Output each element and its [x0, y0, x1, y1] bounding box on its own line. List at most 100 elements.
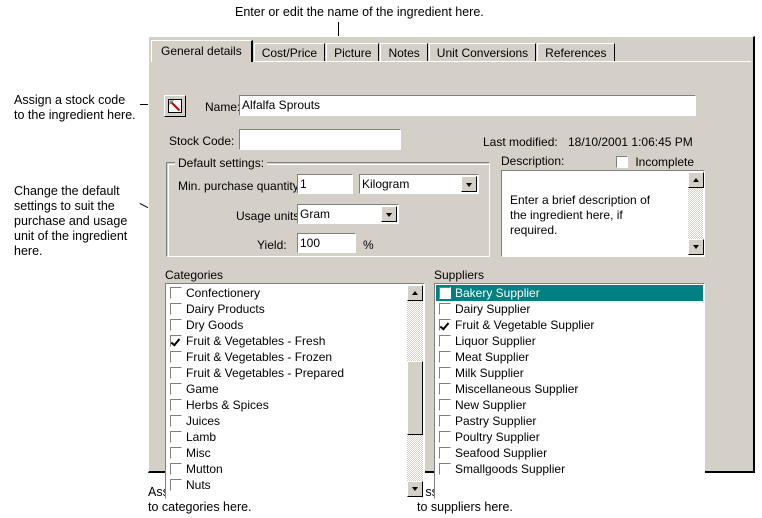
tab-picture[interactable]: Picture: [326, 43, 380, 62]
category-item[interactable]: Juices: [167, 413, 407, 429]
supplier-item-label: Seafood Supplier: [455, 446, 548, 460]
edit-pencil-icon[interactable]: [164, 95, 186, 117]
supplier-item-checkbox[interactable]: [439, 415, 451, 427]
purchase-unit-chevron-down-icon[interactable]: [461, 176, 477, 192]
supplier-item-checkbox[interactable]: [439, 287, 451, 299]
ingredient-dialog: General details Cost/Price Picture Notes…: [148, 36, 755, 499]
category-item-checkbox[interactable]: [170, 447, 182, 459]
min-purchase-quantity-input[interactable]: 1: [297, 174, 353, 194]
category-item-label: Fruit & Vegetables - Prepared: [186, 366, 345, 380]
supplier-item-checkbox[interactable]: [439, 463, 451, 475]
category-item-label: Dry Goods: [186, 318, 244, 332]
last-modified-label: Last modified:: [483, 135, 558, 149]
supplier-item-checkbox[interactable]: [439, 367, 451, 379]
description-label: Description:: [501, 154, 565, 168]
supplier-item[interactable]: Fruit & Vegetable Supplier: [436, 317, 703, 333]
supplier-item-checkbox[interactable]: [439, 399, 451, 411]
category-item-checkbox[interactable]: [170, 415, 182, 427]
supplier-item[interactable]: Seafood Supplier: [436, 445, 703, 461]
category-item[interactable]: Herbs & Spices: [167, 397, 407, 413]
supplier-item[interactable]: Pastry Supplier: [436, 413, 703, 429]
category-item[interactable]: Fruit & Vegetables - Frozen: [167, 349, 407, 365]
tab-general-details[interactable]: General details: [151, 40, 253, 62]
supplier-item-checkbox[interactable]: [439, 447, 451, 459]
tab-cost-price[interactable]: Cost/Price: [253, 43, 326, 62]
category-item[interactable]: Dairy Products: [167, 301, 407, 317]
supplier-item[interactable]: Dairy Supplier: [436, 301, 703, 317]
category-item-checkbox[interactable]: [170, 319, 182, 331]
categories-vertical-scrollbar[interactable]: [407, 285, 423, 497]
supplier-item-label: Fruit & Vegetable Supplier: [455, 318, 595, 332]
category-item-label: Juices: [186, 414, 221, 428]
suppliers-listbox[interactable]: Bakery Supplier Dairy Supplier Fruit & Veg…: [434, 283, 705, 499]
description-scroll-down-button[interactable]: [688, 239, 704, 255]
category-item-checkbox[interactable]: [170, 351, 182, 363]
supplier-item-checkbox[interactable]: [439, 431, 451, 443]
category-item[interactable]: Fruit & Vegetables - Fresh: [167, 333, 407, 349]
supplier-item-checkbox[interactable]: [439, 383, 451, 395]
stock-code-label: Stock Code:: [169, 134, 235, 148]
supplier-item[interactable]: Poultry Supplier: [436, 429, 703, 445]
yield-percent-label: %: [363, 238, 374, 252]
supplier-item[interactable]: New Supplier: [436, 397, 703, 413]
supplier-item-checkbox[interactable]: [439, 335, 451, 347]
category-item-checkbox[interactable]: [170, 463, 182, 475]
description-textarea[interactable]: Enter a brief description of the ingredi…: [501, 170, 705, 257]
incomplete-checkbox[interactable]: [616, 156, 628, 168]
default-settings-title: Default settings:: [175, 157, 268, 169]
supplier-item-label: Pastry Supplier: [455, 414, 537, 428]
suppliers-label: Suppliers: [434, 268, 485, 282]
category-item-label: Dairy Products: [186, 302, 265, 316]
category-item[interactable]: Fruit & Vegetables - Prepared: [167, 365, 407, 381]
categories-scroll-thumb[interactable]: [407, 361, 423, 435]
supplier-item-label: Bakery Supplier: [455, 286, 540, 300]
tab-notes[interactable]: Notes: [380, 43, 428, 62]
supplier-item-checkbox[interactable]: [439, 303, 451, 315]
name-input[interactable]: Alfalfa Sprouts: [239, 95, 696, 116]
category-item-checkbox[interactable]: [170, 431, 182, 443]
category-item[interactable]: Game: [167, 381, 407, 397]
annotation-name: Enter or edit the name of the ingredient…: [235, 5, 484, 19]
category-item[interactable]: Nuts: [167, 477, 407, 493]
tab-page-general-details: Name: Alfalfa Sprouts Stock Code: Last m…: [153, 62, 751, 499]
category-item[interactable]: Mutton: [167, 461, 407, 477]
categories-listbox[interactable]: Confectionery Dairy Products Dry Goods Frui…: [165, 283, 425, 499]
supplier-item[interactable]: Milk Supplier: [436, 365, 703, 381]
supplier-item-checkbox[interactable]: [439, 351, 451, 363]
last-modified-value: 18/10/2001 1:06:45 PM: [568, 135, 693, 149]
usage-units-combo[interactable]: Gram: [297, 204, 399, 224]
supplier-item[interactable]: Smallgoods Supplier: [436, 461, 703, 477]
category-item[interactable]: Dry Goods: [167, 317, 407, 333]
category-item-checkbox[interactable]: [170, 287, 182, 299]
tab-references[interactable]: References: [537, 43, 615, 62]
supplier-item-label: Milk Supplier: [455, 366, 524, 380]
supplier-item[interactable]: Miscellaneous Supplier: [436, 381, 703, 397]
category-item-checkbox[interactable]: [170, 399, 182, 411]
category-item-checkbox[interactable]: [170, 367, 182, 379]
description-text: Enter a brief description of the ingredi…: [510, 193, 651, 237]
tab-unit-conversions[interactable]: Unit Conversions: [428, 43, 537, 62]
category-item[interactable]: Misc: [167, 445, 407, 461]
incomplete-checkbox-row[interactable]: Incomplete: [616, 155, 694, 169]
supplier-item[interactable]: Bakery Supplier: [436, 285, 703, 301]
category-item[interactable]: Lamb: [167, 429, 407, 445]
description-scroll-up-button[interactable]: [688, 172, 704, 188]
yield-input[interactable]: 100: [297, 233, 356, 253]
supplier-item[interactable]: Liquor Supplier: [436, 333, 703, 349]
supplier-item-label: Miscellaneous Supplier: [455, 382, 579, 396]
supplier-item[interactable]: Meat Supplier: [436, 349, 703, 365]
categories-scroll-down-button[interactable]: [407, 481, 423, 497]
usage-units-chevron-down-icon[interactable]: [381, 206, 397, 222]
category-item-checkbox[interactable]: [170, 383, 182, 395]
stock-code-input[interactable]: [239, 129, 401, 150]
supplier-item-checkbox[interactable]: [439, 319, 451, 331]
description-vertical-scrollbar[interactable]: [688, 172, 704, 255]
purchase-unit-combo[interactable]: Kilogram: [359, 174, 479, 194]
supplier-item-label: Liquor Supplier: [455, 334, 536, 348]
category-item-checkbox[interactable]: [170, 303, 182, 315]
categories-scroll-up-button[interactable]: [407, 285, 423, 301]
usage-units-value: Gram: [300, 207, 330, 221]
category-item-checkbox[interactable]: [170, 479, 182, 491]
category-item[interactable]: Confectionery: [167, 285, 407, 301]
category-item-checkbox[interactable]: [170, 335, 182, 347]
